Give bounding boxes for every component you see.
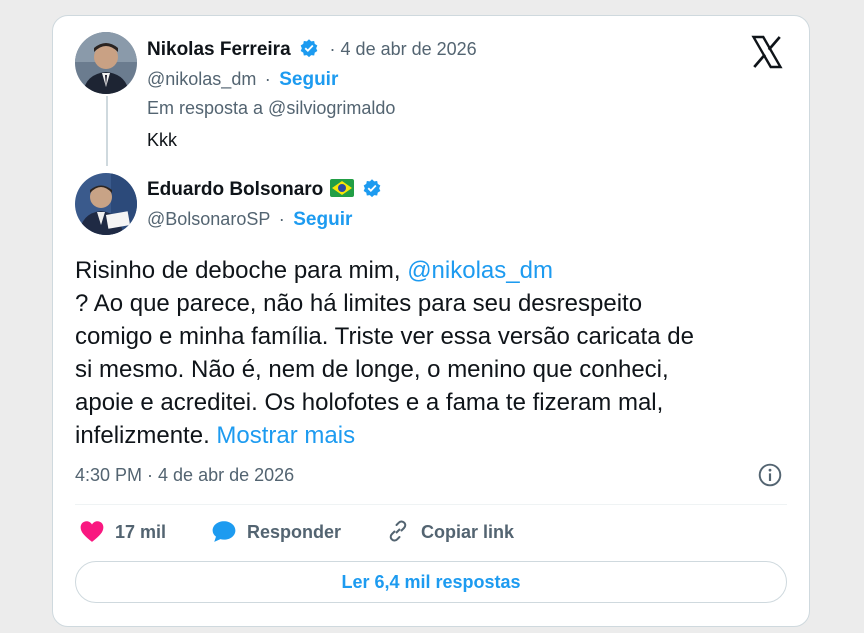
reply-label: Responder (247, 522, 342, 542)
author-handle[interactable]: @nikolas_dm (147, 69, 256, 89)
tweet-text-line: comigo e minha família. Triste ver essa … (75, 323, 694, 350)
copy-link-button[interactable]: Copiar link (385, 519, 514, 543)
copy-link-label: Copiar link (421, 522, 515, 542)
follow-button[interactable]: Seguir (293, 209, 352, 230)
x-logo-icon[interactable] (749, 34, 785, 70)
thread-connector-line (106, 96, 108, 166)
embedded-tweet-card: Nikolas Ferreira · 4 de abr de 2026 @nik… (52, 15, 810, 627)
reply-tweet-handle-row: @nikolas_dm · Seguir (147, 69, 338, 91)
heart-icon (80, 521, 104, 542)
divider (75, 504, 787, 505)
author-name[interactable]: Nikolas Ferreira (147, 39, 291, 60)
read-replies-button[interactable]: Ler 6,4 mil respostas (75, 561, 787, 603)
main-tweet-text: Risinho de deboche para mim, @nikolas_dm… (75, 254, 775, 452)
tweet-text-line: ? Ao que parece, não há limites para seu… (75, 290, 643, 317)
tweet-text-line: infelizmente. (75, 422, 217, 449)
like-button[interactable]: 17 mil (79, 519, 166, 543)
reply-button[interactable]: Responder (211, 519, 341, 543)
author-name[interactable]: Eduardo Bolsonaro (147, 179, 323, 200)
main-tweet-handle-row: @BolsonaroSP · Seguir (147, 209, 352, 231)
tweet-text-line: Risinho de deboche para mim, (75, 257, 408, 284)
main-tweet-header: Eduardo Bolsonaro (147, 178, 382, 201)
in-reply-to-label[interactable]: Em resposta a @silviogrimaldo (147, 98, 395, 119)
reply-tweet-header: Nikolas Ferreira · 4 de abr de 2026 (147, 38, 477, 61)
brazil-flag-icon (329, 179, 354, 197)
author-handle[interactable]: @BolsonaroSP (147, 209, 270, 229)
reply-tweet-text: Kkk (147, 130, 178, 150)
link-icon (389, 520, 407, 542)
tweet-text-line: si mesmo. Não é, nem de longe, o menino … (75, 356, 669, 383)
info-icon[interactable] (757, 462, 783, 488)
separator-dot: · (278, 209, 285, 229)
tweet-date[interactable]: · 4 de abr de 2026 (330, 39, 477, 59)
separator-dot: · (264, 69, 271, 89)
tweet-text-line: apoie e acreditei. Os holofotes e a fama… (75, 389, 664, 416)
follow-button[interactable]: Seguir (279, 69, 338, 90)
show-more-link[interactable]: Mostrar mais (216, 422, 355, 449)
verified-badge-icon (363, 179, 381, 198)
avatar-eduardo[interactable] (75, 173, 137, 235)
tweet-timestamp[interactable]: 4:30 PM · 4 de abr de 2026 (75, 465, 294, 486)
avatar-nikolas[interactable] (75, 32, 137, 94)
mention-link[interactable]: @nikolas_dm (407, 257, 553, 284)
like-count: 17 mil (115, 522, 167, 542)
reply-bubble-icon (212, 521, 236, 542)
verified-badge-icon (300, 39, 318, 58)
